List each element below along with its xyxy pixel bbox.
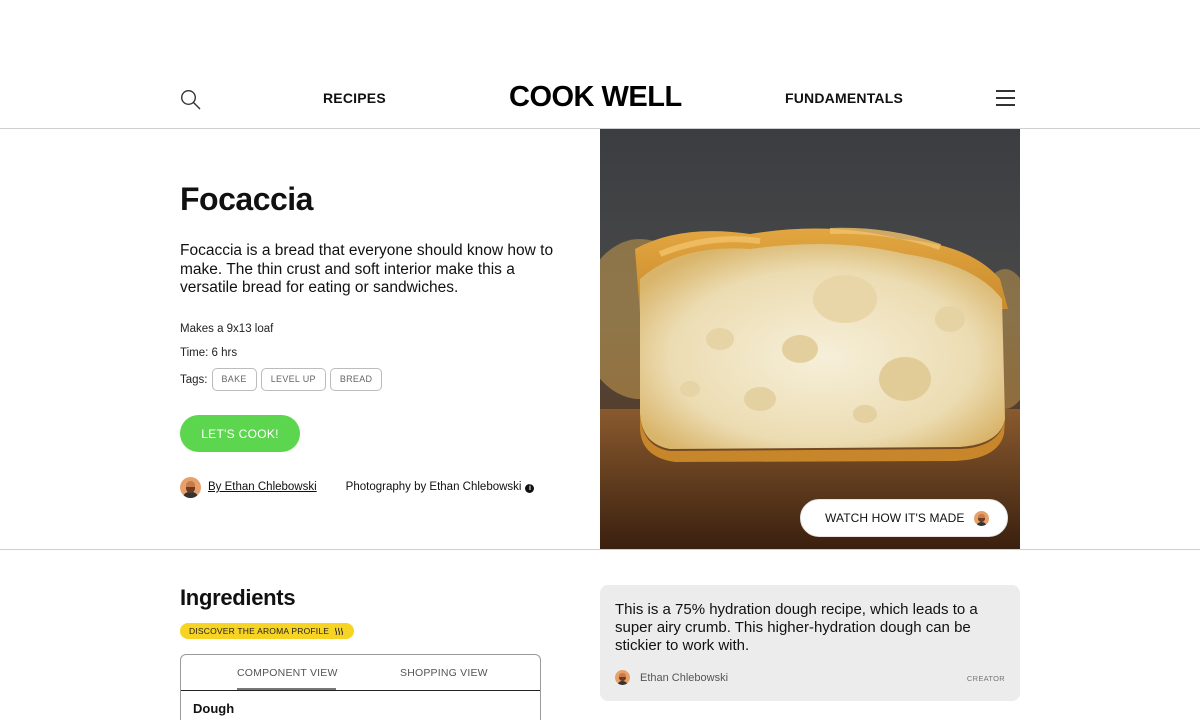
search-icon	[180, 89, 201, 110]
recipe-summary: Focaccia Focaccia is a bread that everyo…	[180, 129, 580, 549]
watch-video-button[interactable]: WATCH HOW IT'S MADE	[800, 499, 1008, 537]
author-link[interactable]: By Ethan Chlebowski	[208, 481, 317, 493]
creator-name: Ethan Chlebowski	[640, 671, 729, 684]
tab-shopping-view[interactable]: SHOPPING VIEW	[400, 667, 488, 679]
tag-bake[interactable]: BAKE	[211, 368, 257, 391]
aroma-profile-button[interactable]: DISCOVER THE AROMA PROFILE	[180, 623, 355, 639]
site-header: RECIPES COOK WELL FUNDAMENTALS	[0, 0, 1200, 129]
ingredients-panel: COMPONENT VIEW SHOPPING VIEW Dough	[180, 654, 541, 720]
creator-badge: CREATOR	[966, 674, 1005, 683]
section-divider	[0, 549, 1200, 550]
creator-avatar-icon	[973, 510, 989, 526]
watch-video-label: WATCH HOW IT'S MADE	[825, 511, 965, 525]
photo-credit-text: Photography by Ethan Chlebowski	[345, 481, 522, 493]
aroma-profile-label: DISCOVER THE AROMA PROFILE	[189, 626, 330, 636]
lets-cook-button[interactable]: LET'S COOK!	[180, 415, 300, 452]
focaccia-photo	[600, 129, 1020, 549]
info-icon[interactable]: i	[525, 484, 535, 493]
tags-row: Tags: BAKE LEVEL UP BREAD	[180, 368, 386, 391]
site-logo[interactable]: COOK WELL	[509, 81, 682, 114]
ingredients-title: Ingredients	[180, 585, 296, 610]
creator-avatar	[615, 670, 630, 685]
tag-level-up[interactable]: LEVEL UP	[260, 368, 326, 391]
ingredients-tabs: COMPONENT VIEW SHOPPING VIEW	[181, 655, 540, 691]
aroma-wave-icon	[335, 627, 344, 635]
recipe-time: Time: 6 hrs	[180, 347, 238, 359]
creator-note-text: This is a 75% hydration dough recipe, wh…	[615, 601, 978, 654]
tag-bread[interactable]: BREAD	[329, 368, 383, 391]
photo-credit: Photography by Ethan Chlebowski i	[346, 481, 535, 493]
recipe-description: Focaccia is a bread that everyone should…	[180, 242, 554, 296]
search-button[interactable]	[180, 89, 202, 111]
nav-fundamentals[interactable]: FUNDAMENTALS	[785, 90, 903, 106]
author-row: By Ethan Chlebowski Photography by Ethan…	[180, 476, 580, 498]
active-tab-indicator	[237, 688, 336, 690]
nav-recipes[interactable]: RECIPES	[323, 90, 386, 106]
creator-note: This is a 75% hydration dough recipe, wh…	[600, 585, 1020, 701]
menu-button[interactable]	[996, 90, 1015, 106]
creator-note-author: Ethan Chlebowski	[615, 670, 728, 685]
hero-image: WATCH HOW IT'S MADE	[600, 129, 1020, 549]
recipe-title: Focaccia	[180, 181, 313, 217]
ingredient-section-dough: Dough	[193, 701, 235, 716]
tab-component-view[interactable]: COMPONENT VIEW	[237, 667, 338, 679]
tags-label: Tags:	[180, 373, 208, 386]
hamburger-menu-icon	[996, 90, 1015, 106]
author-avatar[interactable]	[180, 476, 201, 498]
recipe-yield: Makes a 9x13 loaf	[180, 323, 274, 335]
